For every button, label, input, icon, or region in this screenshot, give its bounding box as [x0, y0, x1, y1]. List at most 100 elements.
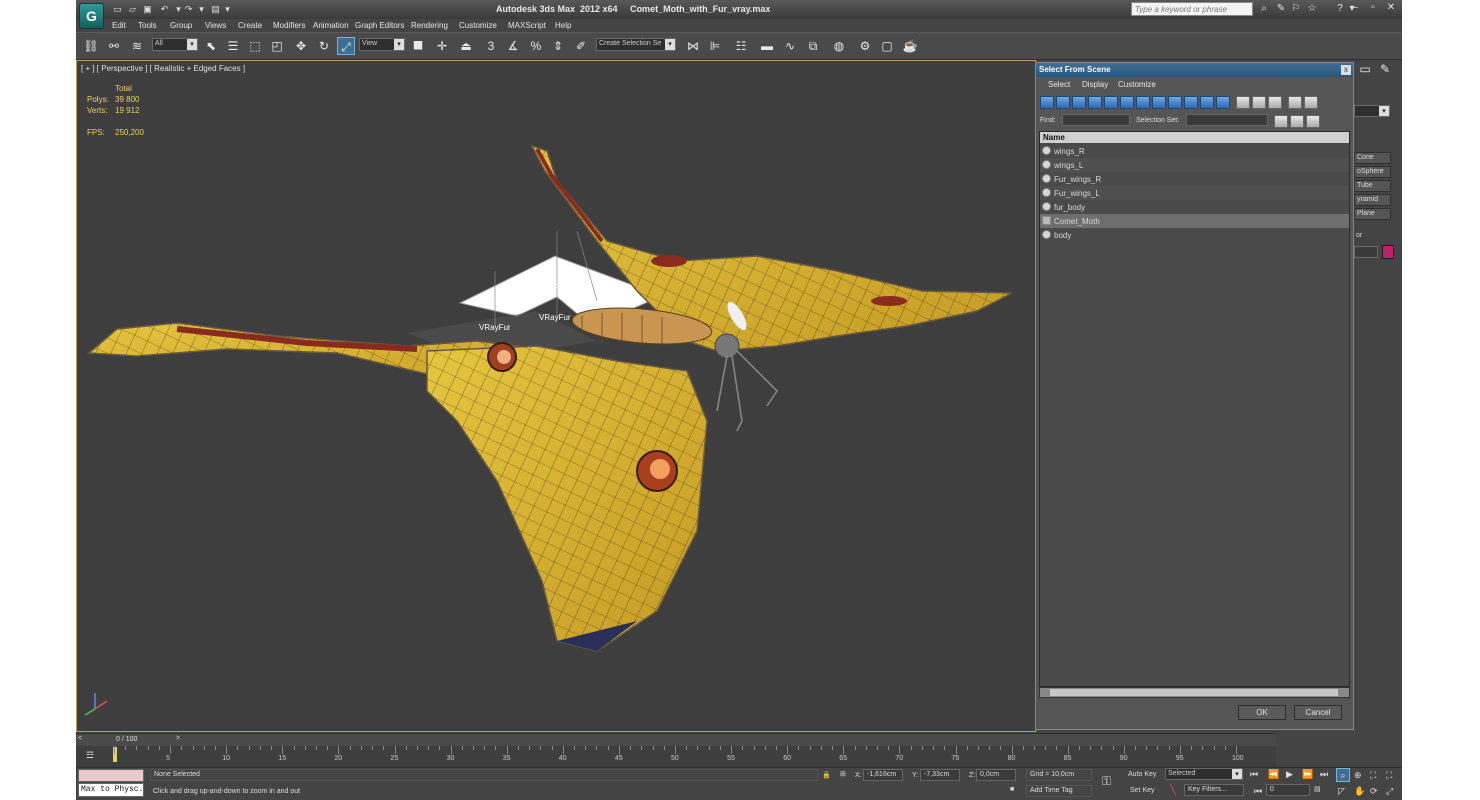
maxscript-mini-listener[interactable]: Max to Physc.: [78, 783, 144, 797]
geometry-filter-icon[interactable]: [1040, 96, 1054, 109]
display-invert-icon[interactable]: [1268, 96, 1282, 109]
xrefs-filter-icon[interactable]: [1152, 96, 1166, 109]
select-by-name-icon[interactable]: ☰: [224, 37, 242, 55]
groups-filter-icon[interactable]: [1136, 96, 1150, 109]
pivot-center-icon[interactable]: ⯀: [409, 37, 427, 55]
display-none-icon[interactable]: [1252, 96, 1266, 109]
lock-selection-icon[interactable]: 🔒: [822, 771, 831, 779]
field-of-view-icon[interactable]: ◸: [1338, 786, 1345, 797]
space-warps-filter-icon[interactable]: [1120, 96, 1134, 109]
zoom-extents-all-icon[interactable]: ⛶: [1386, 770, 1392, 781]
open-file-icon[interactable]: ▱: [127, 4, 138, 14]
snaps-toggle-icon[interactable]: 3: [482, 37, 500, 55]
maximize-icon[interactable]: ▫: [1364, 1, 1382, 15]
containers-filter-icon[interactable]: [1184, 96, 1198, 109]
next-frame-icon[interactable]: >: [176, 735, 180, 742]
list-item[interactable]: body: [1040, 228, 1349, 242]
scale-icon[interactable]: ⤢: [337, 37, 355, 55]
list-item[interactable]: Fur_wings_R: [1040, 172, 1349, 186]
cameras-filter-icon[interactable]: [1088, 96, 1102, 109]
render-production-icon[interactable]: ☕: [901, 37, 919, 55]
utilities-panel-icon[interactable]: ✎: [1376, 60, 1394, 78]
select-and-link-icon[interactable]: ⛓: [82, 37, 100, 55]
goto-end-icon[interactable]: ⏭: [1320, 769, 1328, 780]
plane-button[interactable]: Plane: [1354, 208, 1391, 220]
graphite-ribbon-icon[interactable]: ▬: [758, 37, 776, 55]
menu-graph-editors[interactable]: Graph Editors: [355, 21, 404, 30]
dialog-close-button[interactable]: x: [1341, 65, 1351, 75]
menu-rendering[interactable]: Rendering: [411, 21, 448, 30]
z-coordinate-field[interactable]: 0,0cm: [976, 769, 1016, 781]
time-slider[interactable]: < 0 / 100 >: [76, 733, 1276, 746]
pyramid-button[interactable]: yramid: [1354, 194, 1391, 206]
time-config-icon[interactable]: ▤: [1314, 785, 1321, 793]
zoom-extents-icon[interactable]: ⛶: [1370, 770, 1376, 781]
filter-options-icon[interactable]: [1304, 96, 1318, 109]
dialog-menu-display[interactable]: Display: [1082, 80, 1108, 89]
scrollbar-thumb[interactable]: [1050, 689, 1338, 696]
x-coordinate-field[interactable]: -1,616cm: [863, 769, 903, 781]
cone-button[interactable]: Cone: [1354, 152, 1391, 164]
close-icon[interactable]: ✕: [1382, 1, 1400, 15]
add-time-tag-button[interactable]: Add Time Tag: [1026, 785, 1092, 797]
menu-create[interactable]: Create: [238, 21, 262, 30]
next-frame-icon[interactable]: ⏩: [1302, 769, 1313, 780]
menu-modifiers[interactable]: Modifiers: [273, 21, 305, 30]
selection-set-dropdown[interactable]: [1186, 114, 1268, 126]
absolute-mode-icon[interactable]: ⊞: [840, 770, 846, 778]
reference-coordinate-dropdown[interactable]: View ▾: [359, 38, 405, 51]
bind-space-warp-icon[interactable]: ≋: [128, 37, 146, 55]
scene-object-list[interactable]: Name wings_R wings_L Fur_wings_R Fur_win…: [1039, 131, 1350, 687]
display-panel-icon[interactable]: ▭: [1356, 60, 1374, 78]
goto-start-icon[interactable]: ⏮: [1250, 769, 1258, 780]
zoom-all-icon[interactable]: ⊕: [1354, 770, 1362, 781]
align-icon[interactable]: ⊫: [706, 37, 724, 55]
spinner-snap-icon[interactable]: ⇕: [549, 37, 567, 55]
list-item[interactable]: wings_R: [1040, 144, 1349, 158]
set-key-icon[interactable]: ⚿: [1102, 774, 1111, 789]
menu-edit[interactable]: Edit: [112, 21, 126, 30]
communication-center-icon[interactable]: ✎: [1275, 3, 1287, 15]
menu-tools[interactable]: Tools: [138, 21, 157, 30]
ok-button[interactable]: OK: [1238, 705, 1286, 720]
redo-icon[interactable]: ↷: [183, 4, 194, 14]
search-input[interactable]: Type a keyword or phrase: [1131, 2, 1253, 16]
percent-snap-icon[interactable]: %: [527, 37, 545, 55]
filter-icon[interactable]: [1288, 96, 1302, 109]
binoculars-icon[interactable]: ⌕: [1258, 3, 1270, 15]
auto-key-button[interactable]: Auto Key: [1128, 771, 1156, 778]
geosphere-button[interactable]: oSphere: [1354, 166, 1391, 178]
curve-editor-icon[interactable]: ∿: [781, 37, 799, 55]
orbit-icon[interactable]: ⟳: [1370, 786, 1378, 797]
pan-view-icon[interactable]: ✋: [1354, 786, 1365, 797]
application-menu-button[interactable]: G: [79, 3, 104, 29]
render-setup-icon[interactable]: ⚙: [856, 37, 874, 55]
shapes-filter-icon[interactable]: [1056, 96, 1070, 109]
create-selection-set-icon[interactable]: [1274, 115, 1288, 128]
menu-maxscript[interactable]: MAXScript: [508, 21, 546, 30]
dialog-menu-customize[interactable]: Customize: [1118, 80, 1156, 89]
new-file-icon[interactable]: ▭: [112, 4, 123, 14]
menu-group[interactable]: Group: [170, 21, 192, 30]
undo-icon[interactable]: ↶: [159, 4, 170, 14]
select-manipulate-icon[interactable]: ✛: [433, 37, 451, 55]
qa-dropdown-icon[interactable]: ▾: [222, 4, 233, 14]
frozen-filter-icon[interactable]: [1200, 96, 1214, 109]
maxscript-listener-pink[interactable]: [78, 769, 144, 782]
minimize-icon[interactable]: –: [1346, 1, 1364, 15]
mini-curve-editor-icon[interactable]: ☲: [82, 746, 98, 762]
helpers-filter-icon[interactable]: [1104, 96, 1118, 109]
object-name-field[interactable]: [1354, 246, 1378, 258]
redo-dropdown-icon[interactable]: ▾: [196, 4, 207, 14]
list-item[interactable]: wings_L: [1040, 158, 1349, 172]
lights-filter-icon[interactable]: [1072, 96, 1086, 109]
unlink-icon[interactable]: ⚯: [105, 37, 123, 55]
object-type-dropdown[interactable]: ▾: [1354, 105, 1390, 117]
name-column-header[interactable]: Name: [1040, 132, 1349, 143]
menu-help[interactable]: Help: [555, 21, 571, 30]
track-bar[interactable]: ☲ 5 10 15 20 25 30 35 40 45 50 55 60 65 70 75 80 85 90 95 1…: [76, 746, 1276, 767]
layer-manager-icon[interactable]: ☷: [732, 37, 750, 55]
mirror-icon[interactable]: ⋈: [684, 37, 702, 55]
current-frame-field[interactable]: 0: [1266, 784, 1310, 796]
save-icon[interactable]: ▣: [142, 4, 153, 14]
